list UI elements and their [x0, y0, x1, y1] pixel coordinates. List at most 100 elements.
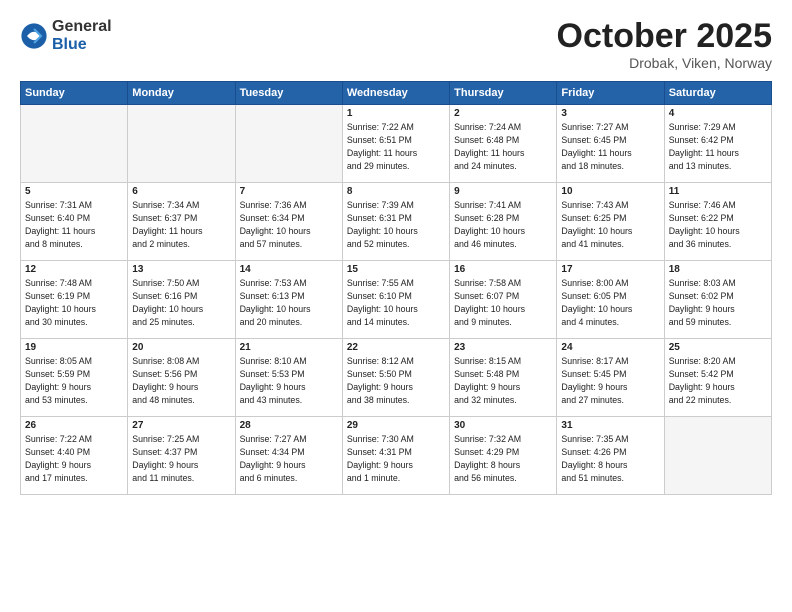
day-number: 23	[454, 342, 552, 353]
day-cell: 23Sunrise: 8:15 AM Sunset: 5:48 PM Dayli…	[450, 339, 557, 417]
day-cell: 22Sunrise: 8:12 AM Sunset: 5:50 PM Dayli…	[342, 339, 449, 417]
day-cell: 25 Sunrise: 8:20 AM Sunset: 5:42 PM Dayli…	[664, 339, 771, 417]
day-number: 28	[240, 420, 338, 431]
day-number: 11	[669, 186, 767, 197]
col-header-sunday: Sunday	[21, 82, 128, 105]
day-info: Sunrise: 7:36 AM Sunset: 6:34 PM Dayligh…	[240, 199, 338, 250]
day-info: Sunrise: 7:29 AM Sunset: 6:42 PM Dayligh…	[669, 121, 767, 172]
day-info: Sunrise: 7:46 AM Sunset: 6:22 PM Dayligh…	[669, 199, 767, 250]
day-info: Sunrise: 7:24 AM Sunset: 6:48 PM Dayligh…	[454, 121, 552, 172]
day-number: 15	[347, 264, 445, 275]
week-row-1: 1 Sunrise: 7:22 AM Sunset: 6:51 PM Daylig…	[21, 105, 772, 183]
day-info: Sunrise: 8:17 AM Sunset: 5:45 PM Dayligh…	[561, 355, 659, 406]
week-row-2: 5 Sunrise: 7:31 AM Sunset: 6:40 PM Daylig…	[21, 183, 772, 261]
day-info: Sunrise: 8:05 AM Sunset: 5:59 PM Dayligh…	[25, 355, 123, 406]
day-cell: 9 Sunrise: 7:41 AM Sunset: 6:28 PM Daylig…	[450, 183, 557, 261]
day-info: Sunrise: 8:03 AM Sunset: 6:02 PM Dayligh…	[669, 277, 767, 328]
month-title: October 2025	[557, 18, 772, 55]
day-number: 27	[132, 420, 230, 431]
day-cell: 11 Sunrise: 7:46 AM Sunset: 6:22 PM Dayli…	[664, 183, 771, 261]
day-cell: 31 Sunrise: 7:35 AM Sunset: 4:26 PM Dayli…	[557, 417, 664, 495]
day-info: Sunrise: 8:08 AM Sunset: 5:56 PM Dayligh…	[132, 355, 230, 406]
day-number: 20	[132, 342, 230, 353]
day-info: Sunrise: 7:53 AM Sunset: 6:13 PM Dayligh…	[240, 277, 338, 328]
day-number: 7	[240, 186, 338, 197]
day-cell: 1 Sunrise: 7:22 AM Sunset: 6:51 PM Daylig…	[342, 105, 449, 183]
day-cell: 2 Sunrise: 7:24 AM Sunset: 6:48 PM Daylig…	[450, 105, 557, 183]
week-row-3: 12Sunrise: 7:48 AM Sunset: 6:19 PM Dayli…	[21, 261, 772, 339]
day-cell: 19 Sunrise: 8:05 AM Sunset: 5:59 PM Dayli…	[21, 339, 128, 417]
day-number: 21	[240, 342, 338, 353]
day-cell: 10 Sunrise: 7:43 AM Sunset: 6:25 PM Dayli…	[557, 183, 664, 261]
day-cell	[664, 417, 771, 495]
day-cell: 26Sunrise: 7:22 AM Sunset: 4:40 PM Dayli…	[21, 417, 128, 495]
day-number: 31	[561, 420, 659, 431]
day-cell: 17 Sunrise: 8:00 AM Sunset: 6:05 PM Dayli…	[557, 261, 664, 339]
day-number: 16	[454, 264, 552, 275]
logo-general-text: General	[52, 18, 112, 36]
logo: General Blue	[20, 18, 112, 53]
day-info: Sunrise: 7:30 AM Sunset: 4:31 PM Dayligh…	[347, 433, 445, 484]
day-info: Sunrise: 7:41 AM Sunset: 6:28 PM Dayligh…	[454, 199, 552, 250]
day-number: 29	[347, 420, 445, 431]
col-header-monday: Monday	[128, 82, 235, 105]
logo-text: General Blue	[52, 18, 112, 53]
day-cell: 4 Sunrise: 7:29 AM Sunset: 6:42 PM Daylig…	[664, 105, 771, 183]
day-number: 19	[25, 342, 123, 353]
day-number: 1	[347, 108, 445, 119]
day-info: Sunrise: 7:25 AM Sunset: 4:37 PM Dayligh…	[132, 433, 230, 484]
day-info: Sunrise: 8:12 AM Sunset: 5:50 PM Dayligh…	[347, 355, 445, 406]
day-cell: 20 Sunrise: 8:08 AM Sunset: 5:56 PM Dayli…	[128, 339, 235, 417]
day-cell: 6Sunrise: 7:34 AM Sunset: 6:37 PM Daylig…	[128, 183, 235, 261]
logo-icon	[20, 22, 48, 50]
day-number: 10	[561, 186, 659, 197]
day-info: Sunrise: 7:27 AM Sunset: 6:45 PM Dayligh…	[561, 121, 659, 172]
day-cell: 27 Sunrise: 7:25 AM Sunset: 4:37 PM Dayli…	[128, 417, 235, 495]
day-cell	[235, 105, 342, 183]
calendar-table: SundayMondayTuesdayWednesdayThursdayFrid…	[20, 81, 772, 495]
day-cell: 13Sunrise: 7:50 AM Sunset: 6:16 PM Dayli…	[128, 261, 235, 339]
day-info: Sunrise: 8:00 AM Sunset: 6:05 PM Dayligh…	[561, 277, 659, 328]
col-header-friday: Friday	[557, 82, 664, 105]
day-cell: 29 Sunrise: 7:30 AM Sunset: 4:31 PM Dayli…	[342, 417, 449, 495]
day-number: 8	[347, 186, 445, 197]
day-info: Sunrise: 8:10 AM Sunset: 5:53 PM Dayligh…	[240, 355, 338, 406]
day-number: 30	[454, 420, 552, 431]
header-row: SundayMondayTuesdayWednesdayThursdayFrid…	[21, 82, 772, 105]
col-header-thursday: Thursday	[450, 82, 557, 105]
day-info: Sunrise: 7:35 AM Sunset: 4:26 PM Dayligh…	[561, 433, 659, 484]
day-number: 24	[561, 342, 659, 353]
col-header-saturday: Saturday	[664, 82, 771, 105]
header: General Blue October 2025 Drobak, Viken,…	[20, 18, 772, 71]
day-cell: 30 Sunrise: 7:32 AM Sunset: 4:29 PM Dayli…	[450, 417, 557, 495]
day-cell: 8 Sunrise: 7:39 AM Sunset: 6:31 PM Daylig…	[342, 183, 449, 261]
day-number: 2	[454, 108, 552, 119]
day-number: 17	[561, 264, 659, 275]
page: General Blue October 2025 Drobak, Viken,…	[0, 0, 792, 505]
day-number: 25	[669, 342, 767, 353]
day-cell: 12Sunrise: 7:48 AM Sunset: 6:19 PM Dayli…	[21, 261, 128, 339]
day-number: 12	[25, 264, 123, 275]
day-info: Sunrise: 7:31 AM Sunset: 6:40 PM Dayligh…	[25, 199, 123, 250]
day-cell: 18 Sunrise: 8:03 AM Sunset: 6:02 PM Dayli…	[664, 261, 771, 339]
day-cell: 16 Sunrise: 7:58 AM Sunset: 6:07 PM Dayli…	[450, 261, 557, 339]
day-number: 14	[240, 264, 338, 275]
day-cell: 14 Sunrise: 7:53 AM Sunset: 6:13 PM Dayli…	[235, 261, 342, 339]
col-header-wednesday: Wednesday	[342, 82, 449, 105]
day-info: Sunrise: 7:22 AM Sunset: 4:40 PM Dayligh…	[25, 433, 123, 484]
day-number: 18	[669, 264, 767, 275]
day-info: Sunrise: 7:32 AM Sunset: 4:29 PM Dayligh…	[454, 433, 552, 484]
day-number: 9	[454, 186, 552, 197]
day-info: Sunrise: 7:43 AM Sunset: 6:25 PM Dayligh…	[561, 199, 659, 250]
day-info: Sunrise: 7:22 AM Sunset: 6:51 PM Dayligh…	[347, 121, 445, 172]
day-number: 4	[669, 108, 767, 119]
day-info: Sunrise: 7:58 AM Sunset: 6:07 PM Dayligh…	[454, 277, 552, 328]
day-info: Sunrise: 8:20 AM Sunset: 5:42 PM Dayligh…	[669, 355, 767, 406]
location: Drobak, Viken, Norway	[557, 55, 772, 71]
day-cell: 28Sunrise: 7:27 AM Sunset: 4:34 PM Dayli…	[235, 417, 342, 495]
day-cell: 21 Sunrise: 8:10 AM Sunset: 5:53 PM Dayli…	[235, 339, 342, 417]
day-info: Sunrise: 7:55 AM Sunset: 6:10 PM Dayligh…	[347, 277, 445, 328]
day-number: 6	[132, 186, 230, 197]
day-number: 5	[25, 186, 123, 197]
day-info: Sunrise: 7:39 AM Sunset: 6:31 PM Dayligh…	[347, 199, 445, 250]
